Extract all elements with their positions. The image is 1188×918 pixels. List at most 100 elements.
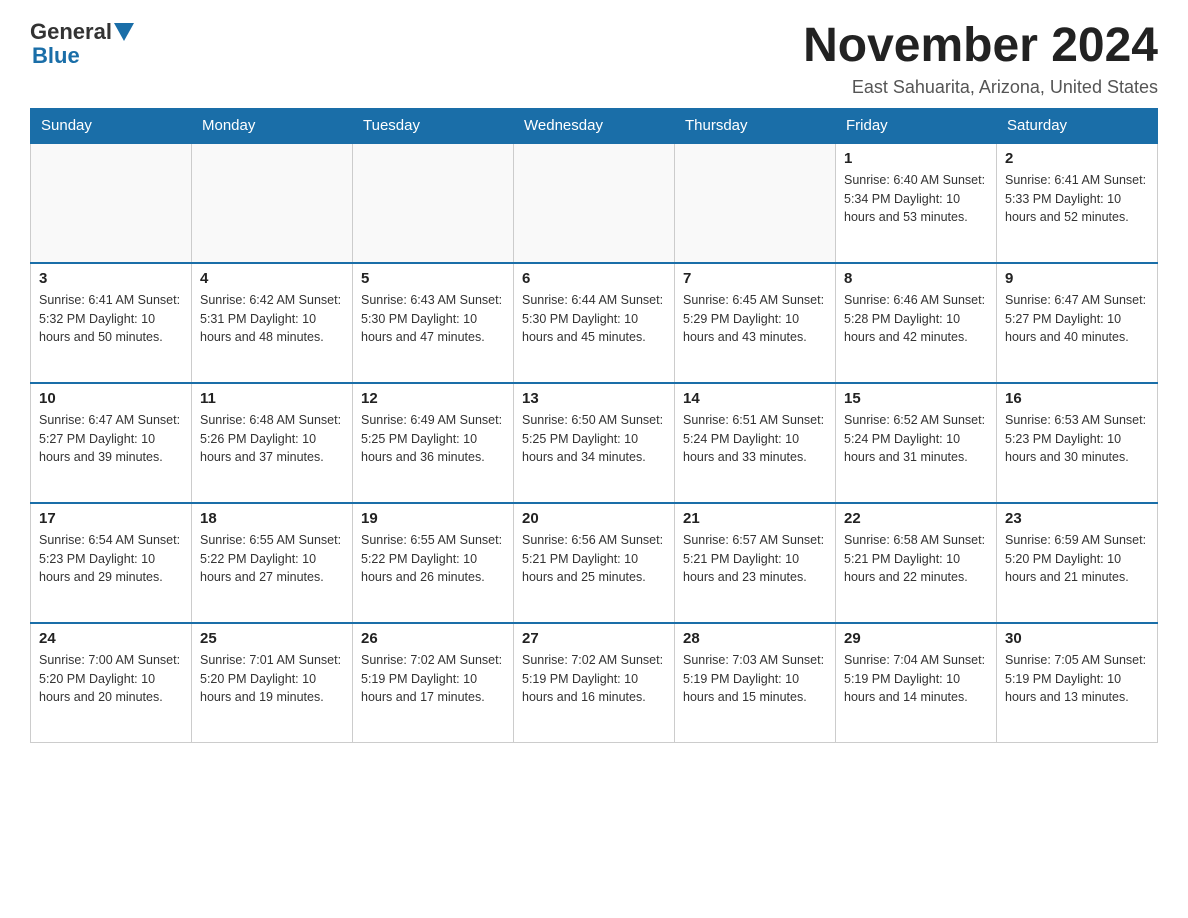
- calendar-header-friday: Friday: [836, 108, 997, 143]
- day-info: Sunrise: 6:43 AM Sunset: 5:30 PM Dayligh…: [361, 291, 505, 347]
- calendar-day-cell: [675, 143, 836, 263]
- day-info: Sunrise: 6:53 AM Sunset: 5:23 PM Dayligh…: [1005, 411, 1149, 467]
- day-number: 26: [361, 630, 505, 647]
- calendar-day-cell: 25 Sunrise: 7:01 AM Sunset: 5:20 PM Dayli…: [192, 623, 353, 743]
- calendar-day-cell: 2 Sunrise: 6:41 AM Sunset: 5:33 PM Daylig…: [997, 143, 1158, 263]
- day-number: 20: [522, 510, 666, 527]
- day-info: Sunrise: 6:41 AM Sunset: 5:32 PM Dayligh…: [39, 291, 183, 347]
- day-number: 1: [844, 150, 988, 167]
- calendar-header-saturday: Saturday: [997, 108, 1158, 143]
- calendar-day-cell: 6 Sunrise: 6:44 AM Sunset: 5:30 PM Daylig…: [514, 263, 675, 383]
- day-info: Sunrise: 6:46 AM Sunset: 5:28 PM Dayligh…: [844, 291, 988, 347]
- calendar-day-cell: 23 Sunrise: 6:59 AM Sunset: 5:20 PM Dayli…: [997, 503, 1158, 623]
- calendar-week-row: 3 Sunrise: 6:41 AM Sunset: 5:32 PM Daylig…: [31, 263, 1158, 383]
- calendar-header-wednesday: Wednesday: [514, 108, 675, 143]
- calendar-table: SundayMondayTuesdayWednesdayThursdayFrid…: [30, 108, 1158, 744]
- day-info: Sunrise: 6:54 AM Sunset: 5:23 PM Dayligh…: [39, 531, 183, 587]
- day-number: 21: [683, 510, 827, 527]
- day-info: Sunrise: 6:55 AM Sunset: 5:22 PM Dayligh…: [361, 531, 505, 587]
- calendar-day-cell: 26Sunrise: 7:02 AM Sunset: 5:19 PM Dayli…: [353, 623, 514, 743]
- day-number: 14: [683, 390, 827, 407]
- calendar-day-cell: 12 Sunrise: 6:49 AM Sunset: 5:25 PM Dayli…: [353, 383, 514, 503]
- day-number: 18: [200, 510, 344, 527]
- day-number: 22: [844, 510, 988, 527]
- day-number: 12: [361, 390, 505, 407]
- day-number: 10: [39, 390, 183, 407]
- calendar-header-tuesday: Tuesday: [353, 108, 514, 143]
- day-info: Sunrise: 7:01 AM Sunset: 5:20 PM Dayligh…: [200, 651, 344, 707]
- calendar-day-cell: 13Sunrise: 6:50 AM Sunset: 5:25 PM Dayli…: [514, 383, 675, 503]
- day-number: 19: [361, 510, 505, 527]
- day-number: 9: [1005, 270, 1149, 287]
- calendar-day-cell: 16 Sunrise: 6:53 AM Sunset: 5:23 PM Dayli…: [997, 383, 1158, 503]
- day-info: Sunrise: 7:04 AM Sunset: 5:19 PM Dayligh…: [844, 651, 988, 707]
- location-title: East Sahuarita, Arizona, United States: [803, 77, 1158, 98]
- calendar-header-row: SundayMondayTuesdayWednesdayThursdayFrid…: [31, 108, 1158, 143]
- day-info: Sunrise: 6:51 AM Sunset: 5:24 PM Dayligh…: [683, 411, 827, 467]
- day-number: 6: [522, 270, 666, 287]
- day-number: 25: [200, 630, 344, 647]
- day-number: 27: [522, 630, 666, 647]
- day-info: Sunrise: 6:42 AM Sunset: 5:31 PM Dayligh…: [200, 291, 344, 347]
- logo-blue-text: Blue: [32, 44, 80, 68]
- calendar-day-cell: 21 Sunrise: 6:57 AM Sunset: 5:21 PM Dayli…: [675, 503, 836, 623]
- day-info: Sunrise: 6:58 AM Sunset: 5:21 PM Dayligh…: [844, 531, 988, 587]
- day-info: Sunrise: 6:48 AM Sunset: 5:26 PM Dayligh…: [200, 411, 344, 467]
- calendar-day-cell: 5Sunrise: 6:43 AM Sunset: 5:30 PM Daylig…: [353, 263, 514, 383]
- day-info: Sunrise: 6:41 AM Sunset: 5:33 PM Dayligh…: [1005, 171, 1149, 227]
- day-number: 23: [1005, 510, 1149, 527]
- day-info: Sunrise: 7:02 AM Sunset: 5:19 PM Dayligh…: [522, 651, 666, 707]
- calendar-week-row: 1Sunrise: 6:40 AM Sunset: 5:34 PM Daylig…: [31, 143, 1158, 263]
- calendar-day-cell: 22 Sunrise: 6:58 AM Sunset: 5:21 PM Dayli…: [836, 503, 997, 623]
- day-info: Sunrise: 7:00 AM Sunset: 5:20 PM Dayligh…: [39, 651, 183, 707]
- day-info: Sunrise: 6:47 AM Sunset: 5:27 PM Dayligh…: [1005, 291, 1149, 347]
- day-info: Sunrise: 6:44 AM Sunset: 5:30 PM Dayligh…: [522, 291, 666, 347]
- calendar-day-cell: 11 Sunrise: 6:48 AM Sunset: 5:26 PM Dayli…: [192, 383, 353, 503]
- day-info: Sunrise: 6:56 AM Sunset: 5:21 PM Dayligh…: [522, 531, 666, 587]
- calendar-day-cell: [31, 143, 192, 263]
- calendar-day-cell: 19 Sunrise: 6:55 AM Sunset: 5:22 PM Dayli…: [353, 503, 514, 623]
- day-number: 29: [844, 630, 988, 647]
- calendar-day-cell: 3 Sunrise: 6:41 AM Sunset: 5:32 PM Daylig…: [31, 263, 192, 383]
- page-header: General Blue November 2024 East Sahuarit…: [30, 20, 1158, 98]
- calendar-day-cell: 17 Sunrise: 6:54 AM Sunset: 5:23 PM Dayli…: [31, 503, 192, 623]
- day-info: Sunrise: 6:45 AM Sunset: 5:29 PM Dayligh…: [683, 291, 827, 347]
- calendar-day-cell: [514, 143, 675, 263]
- calendar-header-thursday: Thursday: [675, 108, 836, 143]
- logo-general-text: General: [30, 20, 112, 44]
- day-number: 17: [39, 510, 183, 527]
- calendar-header-sunday: Sunday: [31, 108, 192, 143]
- day-info: Sunrise: 6:57 AM Sunset: 5:21 PM Dayligh…: [683, 531, 827, 587]
- calendar-day-cell: 15 Sunrise: 6:52 AM Sunset: 5:24 PM Dayli…: [836, 383, 997, 503]
- calendar-day-cell: 29 Sunrise: 7:04 AM Sunset: 5:19 PM Dayli…: [836, 623, 997, 743]
- calendar-week-row: 17 Sunrise: 6:54 AM Sunset: 5:23 PM Dayli…: [31, 503, 1158, 623]
- calendar-day-cell: [353, 143, 514, 263]
- calendar-day-cell: 4Sunrise: 6:42 AM Sunset: 5:31 PM Daylig…: [192, 263, 353, 383]
- day-info: Sunrise: 6:49 AM Sunset: 5:25 PM Dayligh…: [361, 411, 505, 467]
- day-info: Sunrise: 6:52 AM Sunset: 5:24 PM Dayligh…: [844, 411, 988, 467]
- day-info: Sunrise: 6:55 AM Sunset: 5:22 PM Dayligh…: [200, 531, 344, 587]
- day-info: Sunrise: 7:03 AM Sunset: 5:19 PM Dayligh…: [683, 651, 827, 707]
- calendar-day-cell: 24 Sunrise: 7:00 AM Sunset: 5:20 PM Dayli…: [31, 623, 192, 743]
- calendar-day-cell: 14 Sunrise: 6:51 AM Sunset: 5:24 PM Dayli…: [675, 383, 836, 503]
- calendar-day-cell: 28 Sunrise: 7:03 AM Sunset: 5:19 PM Dayli…: [675, 623, 836, 743]
- calendar-week-row: 24 Sunrise: 7:00 AM Sunset: 5:20 PM Dayli…: [31, 623, 1158, 743]
- calendar-day-cell: 8 Sunrise: 6:46 AM Sunset: 5:28 PM Daylig…: [836, 263, 997, 383]
- day-number: 11: [200, 390, 344, 407]
- day-number: 16: [1005, 390, 1149, 407]
- calendar-day-cell: 27 Sunrise: 7:02 AM Sunset: 5:19 PM Dayli…: [514, 623, 675, 743]
- day-number: 24: [39, 630, 183, 647]
- day-info: Sunrise: 6:59 AM Sunset: 5:20 PM Dayligh…: [1005, 531, 1149, 587]
- title-section: November 2024 East Sahuarita, Arizona, U…: [803, 20, 1158, 98]
- day-number: 2: [1005, 150, 1149, 167]
- calendar-header-monday: Monday: [192, 108, 353, 143]
- logo-triangle-icon: [114, 23, 134, 43]
- calendar-day-cell: 1Sunrise: 6:40 AM Sunset: 5:34 PM Daylig…: [836, 143, 997, 263]
- day-number: 8: [844, 270, 988, 287]
- day-number: 3: [39, 270, 183, 287]
- calendar-week-row: 10Sunrise: 6:47 AM Sunset: 5:27 PM Dayli…: [31, 383, 1158, 503]
- day-number: 28: [683, 630, 827, 647]
- day-info: Sunrise: 7:05 AM Sunset: 5:19 PM Dayligh…: [1005, 651, 1149, 707]
- day-number: 15: [844, 390, 988, 407]
- calendar-day-cell: 9 Sunrise: 6:47 AM Sunset: 5:27 PM Daylig…: [997, 263, 1158, 383]
